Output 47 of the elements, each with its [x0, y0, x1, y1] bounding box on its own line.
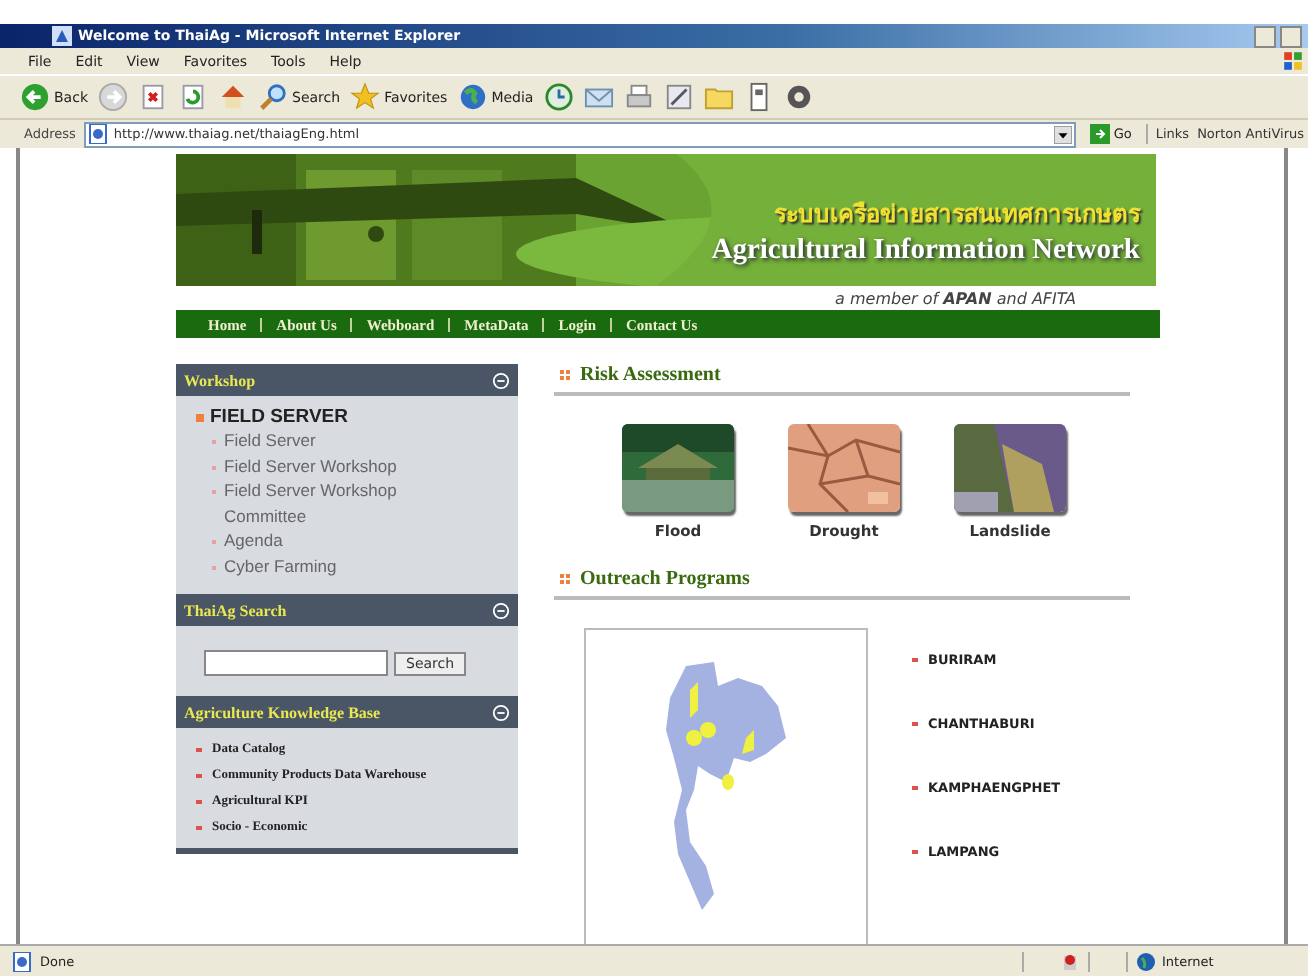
sidebar-link[interactable]: Field Server: [224, 428, 468, 453]
section-title: Risk Assessment: [580, 364, 721, 386]
page-icon: [12, 951, 32, 971]
member-tagline: a member of APAN and AFITA: [835, 290, 1076, 308]
pencil-icon: [663, 82, 694, 112]
sidebar-link[interactable]: Field Server Workshop: [224, 453, 468, 478]
search-field[interactable]: [204, 650, 388, 676]
windows-logo-icon: [1282, 50, 1304, 72]
sidebar-link[interactable]: Cyber Farming: [224, 553, 468, 578]
sidebar-link[interactable]: Field Server Workshop Committee: [224, 478, 468, 528]
history-button[interactable]: [543, 82, 574, 112]
dropdown-icon[interactable]: [1053, 125, 1072, 143]
banner-title: Agricultural Information Network: [711, 234, 1140, 268]
globe-icon: [457, 82, 488, 112]
printer-icon: [623, 82, 654, 112]
forward-button[interactable]: [98, 82, 128, 112]
clock-icon: [543, 82, 574, 112]
banner-thai-title: ระบบเครือข่ายสารสนเทศการเกษตร: [774, 198, 1140, 232]
section-heading[interactable]: FIELD SERVER: [210, 406, 348, 428]
go-arrow-icon: [1089, 124, 1110, 144]
refresh-icon: [178, 82, 208, 112]
heading-bullet-icon: [560, 370, 570, 380]
stop-icon: [138, 82, 168, 112]
globe-icon: [1136, 951, 1156, 971]
panel-title: Agriculture Knowledge Base: [184, 703, 381, 721]
refresh-button[interactable]: [178, 82, 208, 112]
collapse-icon[interactable]: [492, 601, 510, 619]
heading-bullet-icon: [560, 574, 570, 584]
home-button[interactable]: [218, 82, 248, 112]
security-icon: [1060, 951, 1080, 971]
collapse-icon[interactable]: [492, 703, 510, 721]
edit-button[interactable]: [663, 82, 694, 112]
browser-icon: [52, 26, 72, 46]
stop-button[interactable]: [138, 82, 168, 112]
search-icon: [258, 82, 288, 112]
panel-title: Workshop: [184, 371, 256, 389]
maximize-button[interactable]: [1280, 25, 1302, 47]
minimize-button[interactable]: [1254, 25, 1276, 47]
home-icon: [218, 82, 248, 112]
print-button[interactable]: [623, 82, 654, 112]
panel-title: ThaiAg Search: [184, 601, 287, 619]
star-icon: [350, 82, 381, 112]
bullet-icon: [196, 413, 204, 421]
collapse-icon[interactable]: [492, 371, 510, 389]
page-icon: [87, 124, 108, 144]
sidebar-link[interactable]: Agenda: [224, 528, 468, 553]
section-title: Outreach Programs: [580, 568, 750, 590]
